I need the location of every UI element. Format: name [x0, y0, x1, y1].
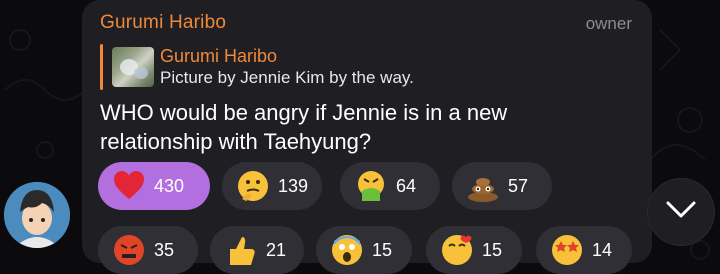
reaction-count: 15: [482, 239, 503, 260]
red-heart-icon: [112, 169, 146, 203]
screaming-face-icon: [330, 233, 364, 267]
reaction-kiss[interactable]: 15: [426, 226, 522, 274]
reply-quote[interactable]: Gurumi Haribo Picture by Jennie Kim by t…: [100, 44, 620, 90]
scroll-down-button[interactable]: [648, 179, 714, 245]
reaction-poo[interactable]: 57: [452, 162, 552, 210]
vomiting-face-icon: [354, 169, 388, 203]
reply-accent-bar: [100, 44, 103, 90]
message-text: WHO would be angry if Jennie is in a new…: [100, 100, 508, 154]
reaction-count: 21: [266, 239, 287, 260]
reaction-count: 35: [154, 239, 175, 260]
owner-badge: owner: [585, 14, 632, 33]
reaction-heart[interactable]: 430: [98, 162, 210, 210]
angry-face-icon: [112, 233, 146, 267]
reaction-scream[interactable]: 15: [316, 226, 412, 274]
reaction-angry[interactable]: 35: [98, 226, 198, 274]
thumbs-up-icon: [224, 233, 258, 267]
reaction-vomit[interactable]: 64: [340, 162, 440, 210]
face-blowing-kiss-icon: [440, 233, 474, 267]
reaction-count: 15: [372, 239, 393, 260]
pile-of-poo-icon: [466, 169, 500, 203]
reaction-count: 14: [592, 239, 613, 260]
reaction-thumbs-up[interactable]: 21: [210, 226, 304, 274]
reply-thumbnail: [112, 47, 154, 87]
reaction-count: 57: [508, 175, 529, 196]
reaction-count: 64: [396, 175, 417, 196]
star-struck-icon: [550, 233, 584, 267]
sender-name[interactable]: Gurumi Haribo: [100, 12, 226, 34]
reaction-thinking[interactable]: 139: [222, 162, 322, 210]
thinking-face-icon: [236, 169, 270, 203]
reply-text: Picture by Jennie Kim by the way.: [160, 68, 414, 87]
reply-author: Gurumi Haribo: [160, 46, 278, 66]
chevron-down-icon: [666, 201, 696, 224]
reaction-count: 430: [154, 175, 185, 196]
reaction-star-struck[interactable]: 14: [536, 226, 632, 274]
reaction-count: 139: [278, 175, 309, 196]
sender-avatar[interactable]: [4, 182, 70, 248]
